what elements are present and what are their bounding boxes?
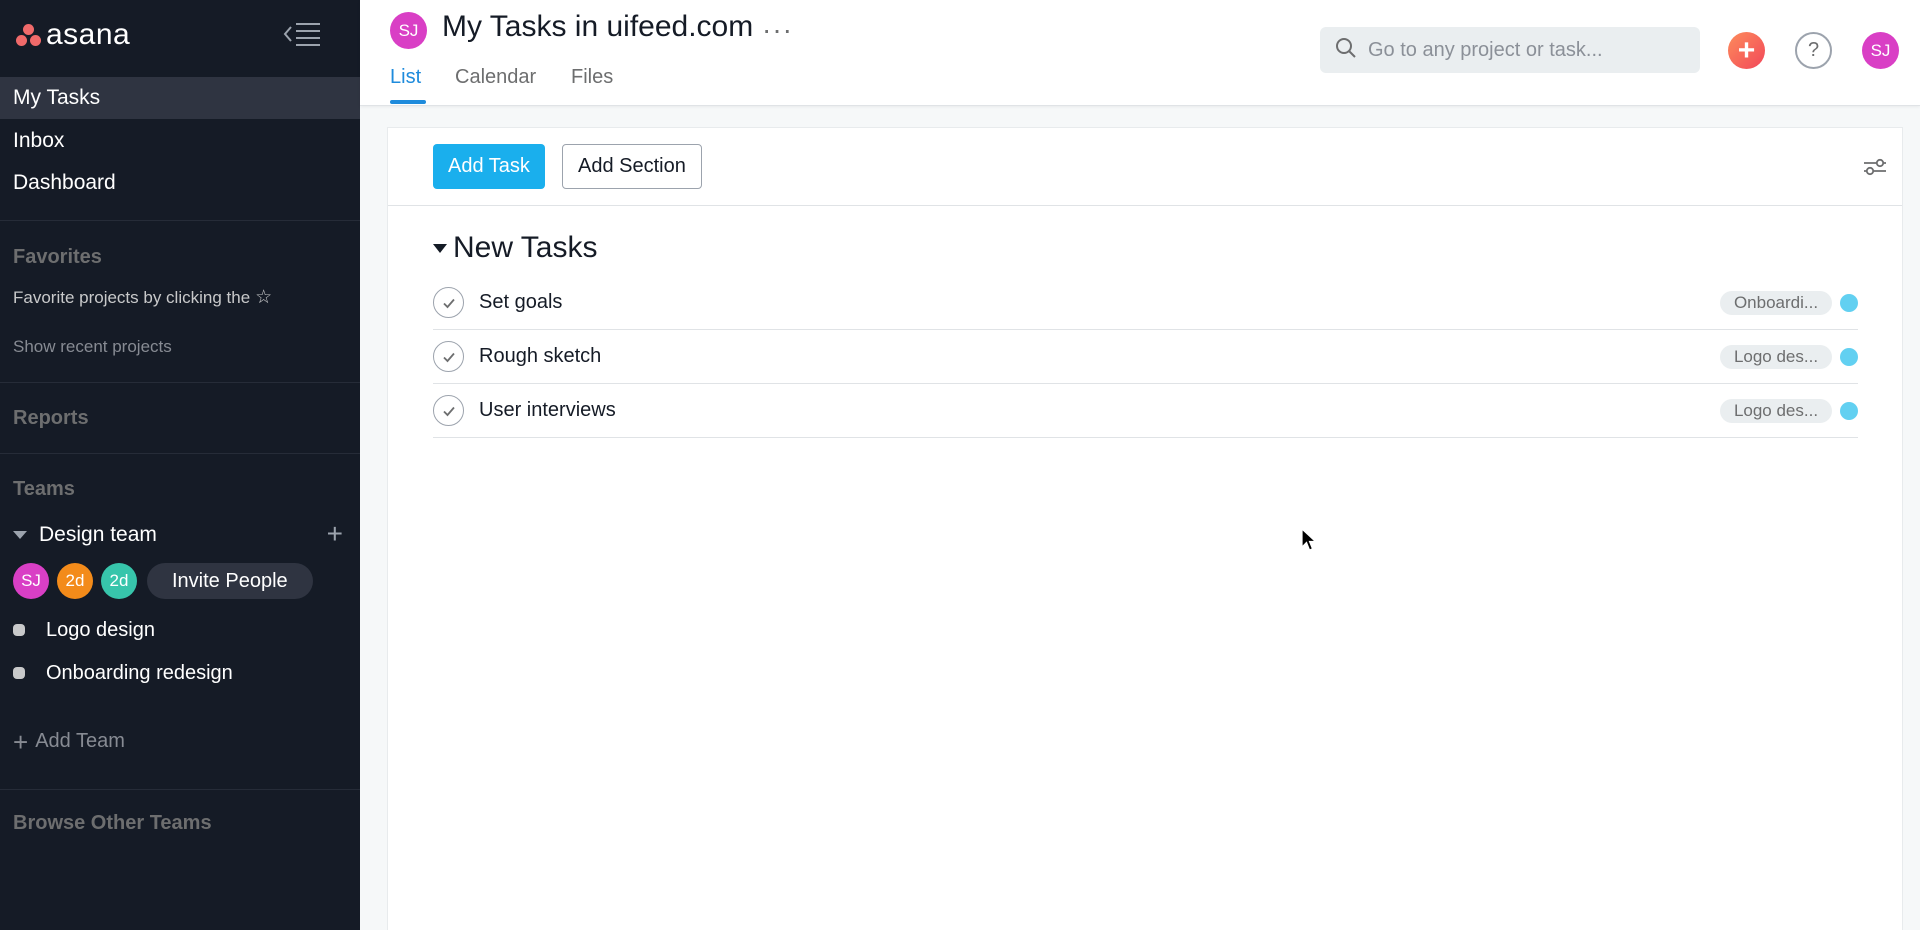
search-input[interactable] xyxy=(1368,38,1688,62)
avatar[interactable]: 2d xyxy=(57,563,93,599)
project-avatar: SJ xyxy=(390,12,427,49)
plus-icon: + xyxy=(13,726,29,757)
section-header-new-tasks[interactable]: New Tasks xyxy=(433,228,598,268)
team-members: SJ 2d 2d Invite People xyxy=(13,563,313,599)
task-name[interactable]: Rough sketch xyxy=(479,345,601,368)
logo-text: asana xyxy=(46,18,131,51)
invite-people-button[interactable]: Invite People xyxy=(147,563,313,599)
search-icon xyxy=(1334,36,1358,65)
check-icon[interactable] xyxy=(433,341,464,372)
divider xyxy=(0,453,360,454)
project-label: Onboarding redesign xyxy=(46,661,233,684)
task-row[interactable]: User interviews Logo des... xyxy=(433,384,1858,438)
sidebar-item-logo-design[interactable]: Logo design xyxy=(13,613,155,647)
project-tag[interactable]: Logo des... xyxy=(1720,344,1832,369)
add-team-label: Add Team xyxy=(35,730,125,752)
chevron-down-icon[interactable] xyxy=(13,531,27,539)
reports-link[interactable]: Reports xyxy=(13,407,89,430)
filter-icon[interactable] xyxy=(1862,154,1888,180)
project-color-dot xyxy=(13,667,25,679)
task-row[interactable]: Rough sketch Logo des... xyxy=(433,330,1858,384)
divider xyxy=(0,382,360,383)
project-tag[interactable]: Logo des... xyxy=(1720,398,1832,423)
section-title: New Tasks xyxy=(453,231,598,264)
add-section-button[interactable]: Add Section xyxy=(562,144,702,189)
search-bar[interactable] xyxy=(1320,27,1700,73)
toolbar: Add Task Add Section xyxy=(388,128,1902,206)
project-color-dot xyxy=(13,624,25,636)
show-recent-projects-link[interactable]: Show recent projects xyxy=(13,337,172,357)
check-icon[interactable] xyxy=(433,287,464,318)
more-icon[interactable]: ··· xyxy=(762,14,793,46)
task-row[interactable]: Set goals Onboardi... xyxy=(433,276,1858,330)
project-color-dot[interactable] xyxy=(1840,293,1858,312)
sidebar-item-onboarding-redesign[interactable]: Onboarding redesign xyxy=(13,656,233,690)
favorites-hint-text: Favorite projects by clicking the xyxy=(13,287,251,307)
tab-calendar[interactable]: Calendar xyxy=(455,66,536,89)
sidebar-item-my-tasks[interactable]: My Tasks xyxy=(0,77,360,119)
top-header: SJ My Tasks in uifeed.com ··· List Calen… xyxy=(360,0,1920,106)
check-icon[interactable] xyxy=(433,395,464,426)
teams-heading: Teams xyxy=(13,478,75,500)
tab-files[interactable]: Files xyxy=(571,66,613,89)
chevron-down-icon[interactable] xyxy=(433,243,447,253)
task-name[interactable]: Set goals xyxy=(479,291,562,314)
task-list-panel: Add Task Add Section New Tasks Set goals… xyxy=(388,128,1902,930)
team-name: Design team xyxy=(39,523,157,546)
asana-logo[interactable]: asana xyxy=(14,18,130,52)
asana-logo-icon xyxy=(14,22,44,48)
tab-list[interactable]: List xyxy=(390,66,421,89)
favorites-heading: Favorites xyxy=(13,246,102,268)
help-icon[interactable]: ? xyxy=(1795,32,1832,69)
add-project-plus-icon[interactable]: + xyxy=(327,518,343,550)
sidebar-item-dashboard[interactable]: Dashboard xyxy=(0,162,360,204)
divider xyxy=(0,789,360,790)
page-title: My Tasks in uifeed.com xyxy=(442,10,754,43)
project-label: Logo design xyxy=(46,618,155,641)
sidebar-item-inbox[interactable]: Inbox xyxy=(0,120,360,162)
active-tab-indicator xyxy=(390,100,426,104)
project-color-dot[interactable] xyxy=(1840,347,1858,366)
user-avatar[interactable]: SJ xyxy=(1862,32,1899,69)
quick-add-plus-icon[interactable]: + xyxy=(1728,32,1765,69)
collapse-sidebar-icon[interactable] xyxy=(282,20,322,48)
browse-other-teams-link[interactable]: Browse Other Teams xyxy=(13,812,212,835)
project-color-dot[interactable] xyxy=(1840,401,1858,420)
cursor-icon xyxy=(1301,528,1318,551)
sidebar: asana My Tasks Inbox Dashboard Favorites… xyxy=(0,0,360,930)
star-icon: ☆ xyxy=(255,287,273,308)
avatar[interactable]: SJ xyxy=(13,563,49,599)
project-tag[interactable]: Onboardi... xyxy=(1720,290,1832,315)
add-task-button[interactable]: Add Task xyxy=(433,144,545,189)
add-team-button[interactable]: + Add Team xyxy=(13,726,125,757)
team-design-team[interactable]: Design team + xyxy=(13,518,343,552)
divider xyxy=(0,220,360,221)
avatar[interactable]: 2d xyxy=(101,563,137,599)
favorites-hint: Favorite projects by clicking the ☆ xyxy=(13,286,272,309)
task-name[interactable]: User interviews xyxy=(479,399,616,422)
